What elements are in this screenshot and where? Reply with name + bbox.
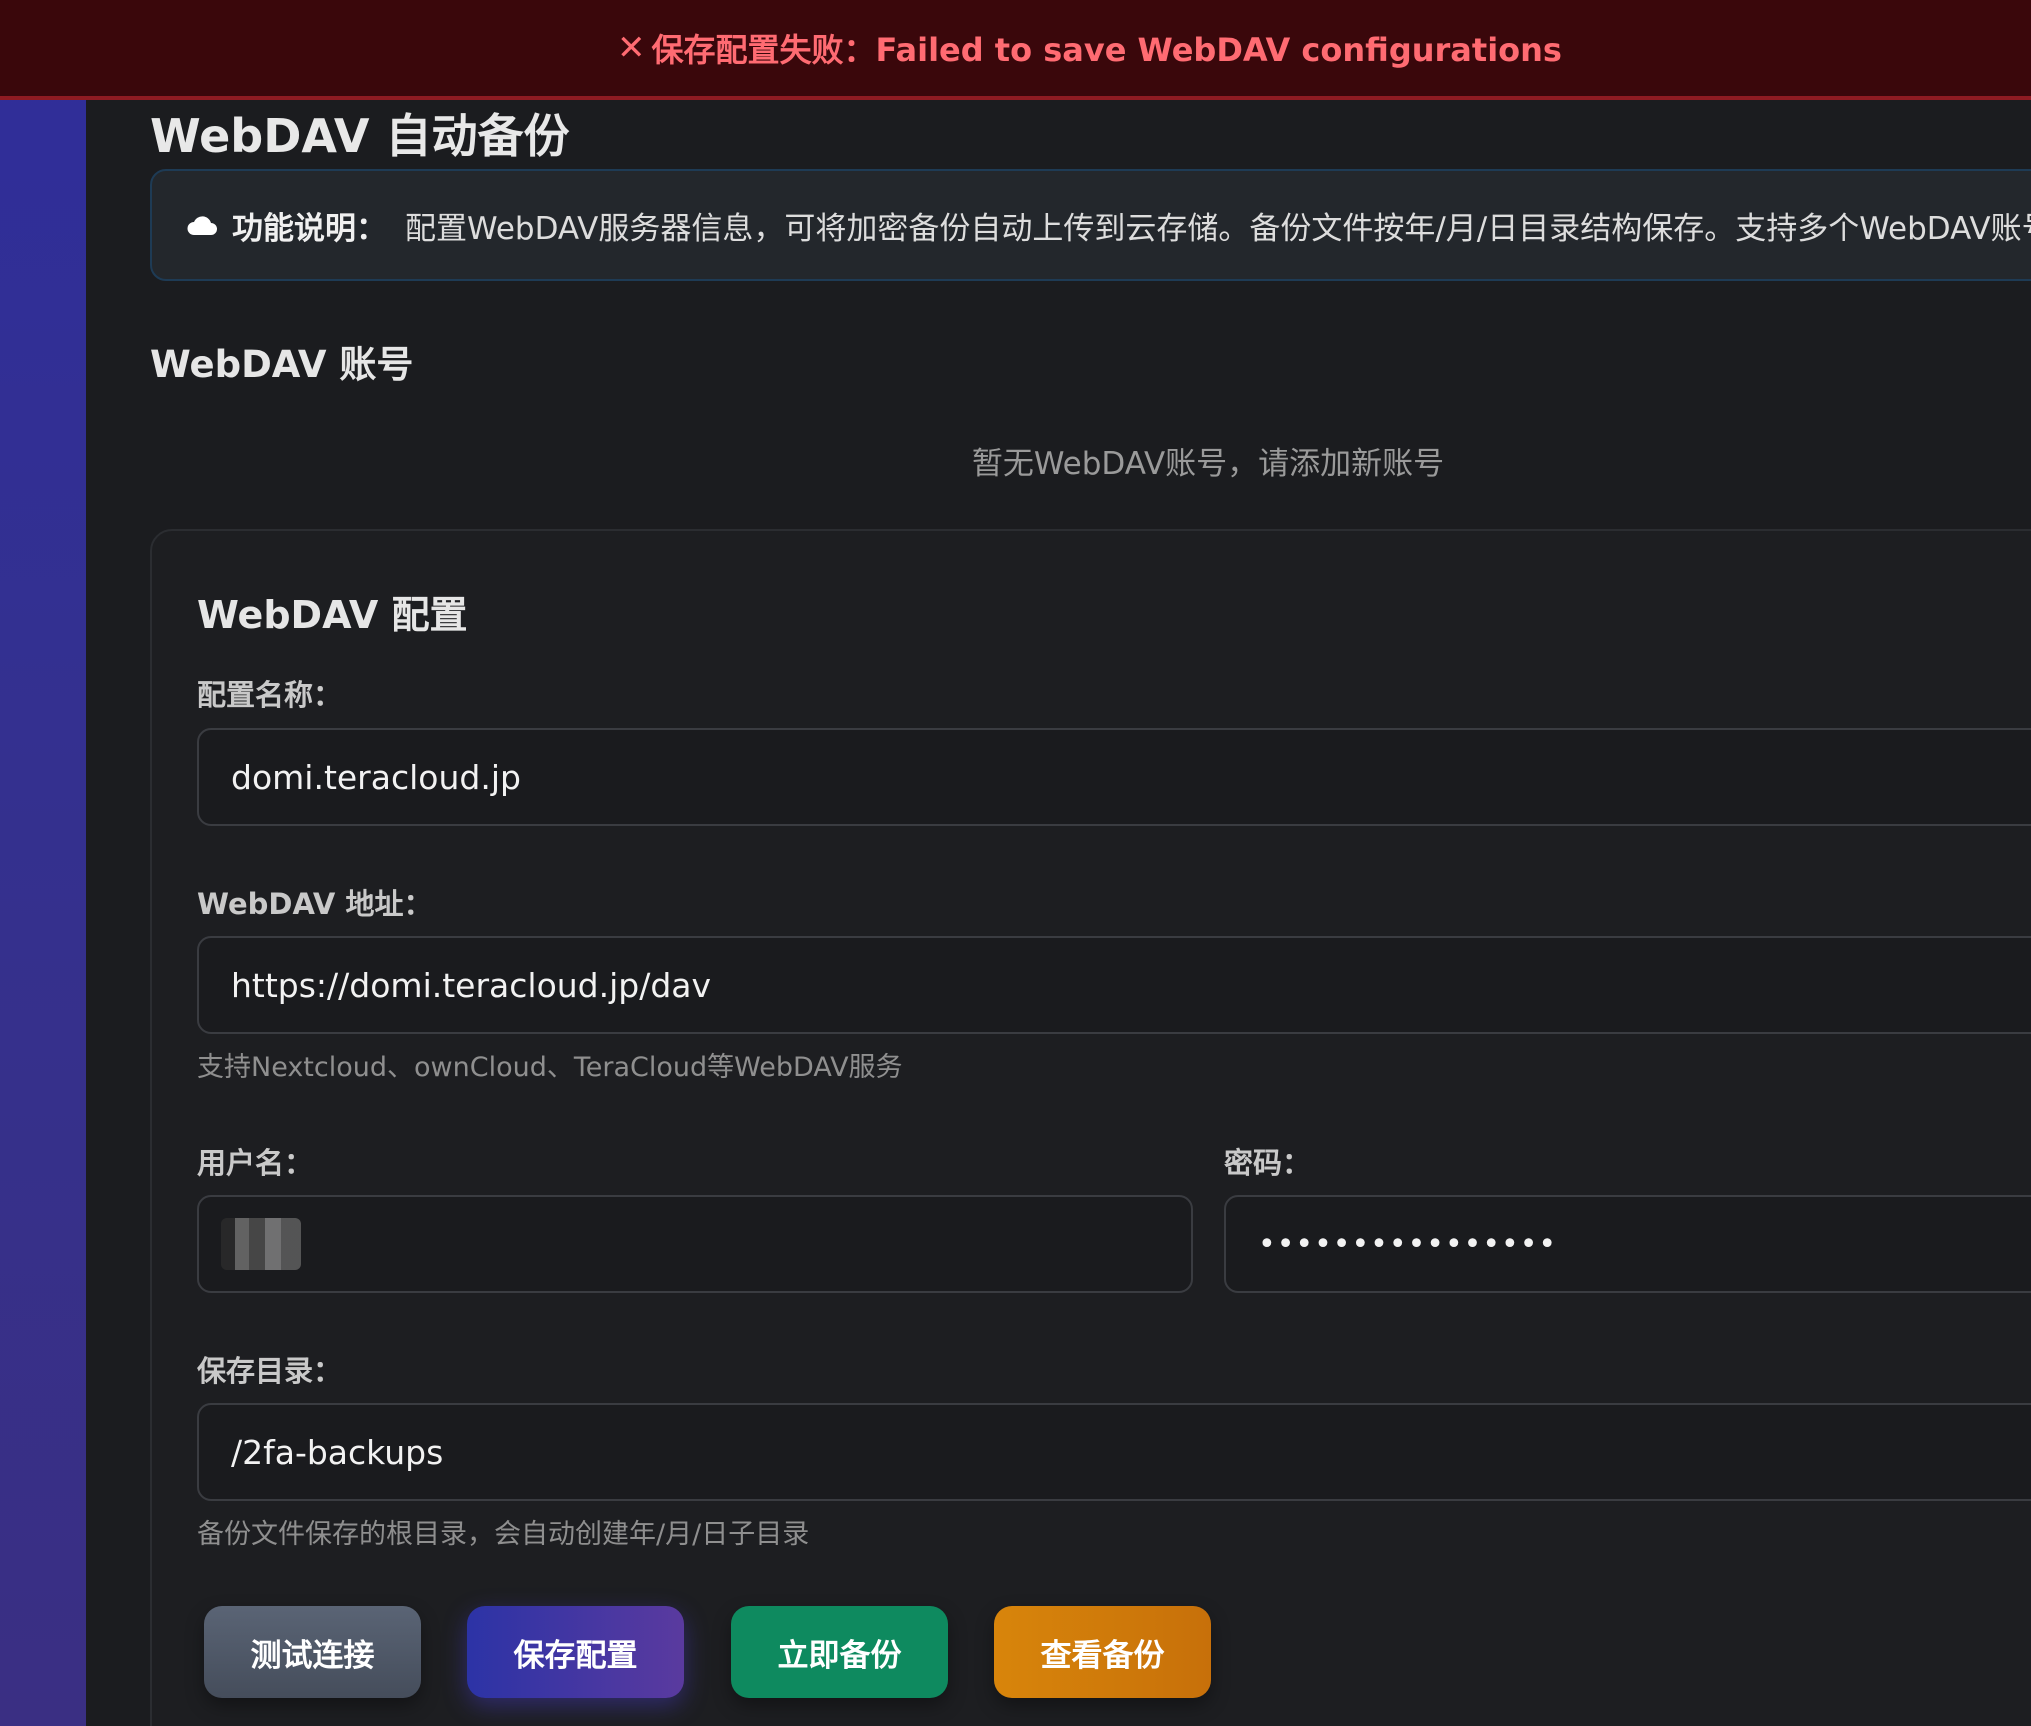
page-title: WebDAV 自动备份 — [150, 109, 570, 163]
webdav-url-hint: 支持Nextcloud、ownCloud、TeraCloud等WebDAV服务 — [197, 1052, 903, 1083]
accounts-empty-message: 暂无WebDAV账号，请添加新账号 — [971, 446, 1445, 482]
username-label: 用户名： — [197, 1146, 314, 1180]
password-value: •••••••••••••••• — [1258, 1226, 1558, 1262]
toast-message: 保存配置失败：Failed to save WebDAV configurati… — [651, 31, 1562, 69]
config-name-label: 配置名称： — [197, 678, 343, 712]
accounts-section-title: WebDAV 账号 — [150, 343, 414, 386]
info-text: 配置WebDAV服务器信息，可将加密备份自动上传到云存储。备份文件按年/月/日目… — [405, 210, 2031, 247]
save-dir-input[interactable]: /2fa-backups — [197, 1403, 2031, 1501]
save-dir-hint: 备份文件保存的根目录，会自动创建年/月/日子目录 — [197, 1519, 810, 1550]
x-icon: ✕ — [617, 28, 646, 68]
test-connection-button[interactable]: 测试连接 — [204, 1606, 421, 1698]
save-dir-value: /2fa-backups — [231, 1432, 444, 1472]
password-label: 密码： — [1224, 1146, 1312, 1180]
error-toast: ✕ 保存配置失败：Failed to save WebDAV configura… — [0, 0, 2031, 100]
view-backups-button[interactable]: 查看备份 — [994, 1606, 1211, 1698]
config-name-value: domi.teracloud.jp — [231, 757, 521, 797]
info-label: 功能说明： — [232, 210, 387, 247]
save-dir-label: 保存目录： — [197, 1354, 343, 1388]
sidebar — [0, 0, 86, 1726]
config-name-input[interactable]: domi.teracloud.jp — [197, 728, 2031, 826]
password-input[interactable]: •••••••••••••••• — [1224, 1195, 2031, 1293]
app-root: ✕ 保存配置失败：Failed to save WebDAV configura… — [0, 0, 2031, 1726]
config-card-title: WebDAV 配置 — [197, 593, 468, 637]
feature-info-box: 功能说明： 配置WebDAV服务器信息，可将加密备份自动上传到云存储。备份文件按… — [150, 169, 2031, 281]
redacted-username — [221, 1218, 301, 1270]
username-input[interactable] — [197, 1195, 1193, 1293]
webdav-url-input[interactable]: https://domi.teracloud.jp/dav — [197, 936, 2031, 1034]
cloud-icon — [187, 216, 217, 235]
save-config-button[interactable]: 保存配置 — [467, 1606, 684, 1698]
webdav-url-label: WebDAV 地址： — [197, 887, 433, 921]
backup-now-button[interactable]: 立即备份 — [731, 1606, 948, 1698]
webdav-url-value: https://domi.teracloud.jp/dav — [231, 965, 712, 1005]
